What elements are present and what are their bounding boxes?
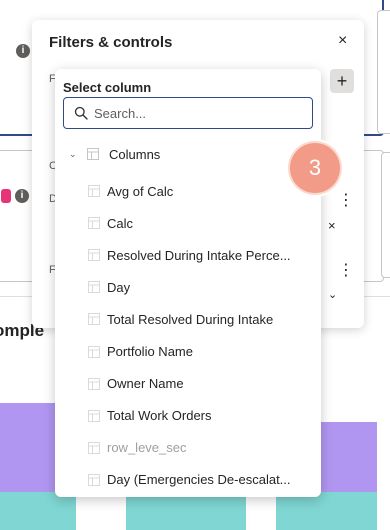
column-list-item[interactable]: Total Resolved During Intake (88, 303, 318, 335)
table-icon (87, 148, 99, 160)
step-badge: 3 (286, 139, 344, 197)
dropdown-title: Select column (63, 80, 152, 95)
field-icon (88, 377, 100, 390)
field-icon (88, 345, 100, 358)
column-item-label: Day (Emergencies De-escalat... (107, 472, 291, 488)
column-item-label: Owner Name (107, 376, 184, 392)
column-list-item[interactable]: Day (88, 271, 318, 303)
column-list-item[interactable]: Total Work Orders (88, 400, 318, 432)
column-item-label: Resolved During Intake Perce... (107, 247, 291, 263)
close-icon[interactable]: × (338, 32, 347, 50)
field-icon (88, 441, 100, 454)
add-filter-button[interactable]: + (330, 69, 354, 93)
field-icon (88, 473, 100, 486)
column-list-item[interactable]: Calc (88, 207, 318, 239)
select-column-dropdown: Select column ⌄ Columns Avg of Calc Calc R… (55, 69, 321, 497)
background-card-right-mid (381, 152, 390, 278)
column-list-item[interactable]: Owner Name (88, 368, 318, 400)
search-icon (74, 106, 88, 120)
chart-bar (126, 492, 246, 530)
column-item-label: Avg of Calc (107, 183, 174, 199)
field-icon (88, 185, 100, 198)
column-list-item[interactable]: Day (Emergencies De-escalat... (88, 464, 318, 496)
column-list: Avg of Calc Calc Resolved During Intake Pe… (88, 175, 318, 496)
search-box[interactable] (63, 97, 313, 129)
field-icon (88, 313, 100, 326)
pink-visual-icon (1, 189, 11, 203)
chevron-down-icon[interactable]: ⌄ (328, 288, 337, 301)
panel-title: Filters & controls (49, 34, 173, 51)
search-input[interactable] (94, 103, 304, 123)
field-icon (88, 217, 100, 230)
column-list-item[interactable]: row_leve_sec (88, 432, 318, 464)
column-item-label: Calc (107, 215, 134, 231)
chart-bar (0, 492, 76, 530)
tree-root-label: Columns (109, 146, 161, 162)
column-item-label: Total Work Orders (107, 408, 212, 424)
chevron-down-icon[interactable]: ⌄ (69, 149, 79, 160)
field-icon (88, 281, 100, 294)
column-list-item[interactable]: Resolved During Intake Perce... (88, 239, 318, 271)
step-number: 3 (290, 143, 340, 193)
more-options-icon[interactable]: ⋮ (338, 190, 354, 210)
more-options-icon[interactable]: ⋮ (338, 260, 354, 280)
column-list-item[interactable]: Portfolio Name (88, 335, 318, 367)
column-item-label: Day (107, 279, 131, 295)
column-item-label: row_leve_sec (107, 440, 187, 456)
remove-filter-icon[interactable]: × (328, 218, 336, 233)
column-item-label: Total Resolved During Intake (107, 311, 274, 327)
info-icon: i (15, 189, 29, 203)
tree-root-columns[interactable]: ⌄ Columns (69, 144, 160, 164)
info-icon: i (16, 44, 30, 58)
column-item-label: Portfolio Name (107, 344, 193, 360)
column-list-item[interactable]: Avg of Calc (88, 175, 318, 207)
field-icon (88, 409, 100, 422)
chart-bar (276, 492, 377, 530)
background-card-right-top (377, 10, 390, 134)
field-icon (88, 249, 100, 262)
